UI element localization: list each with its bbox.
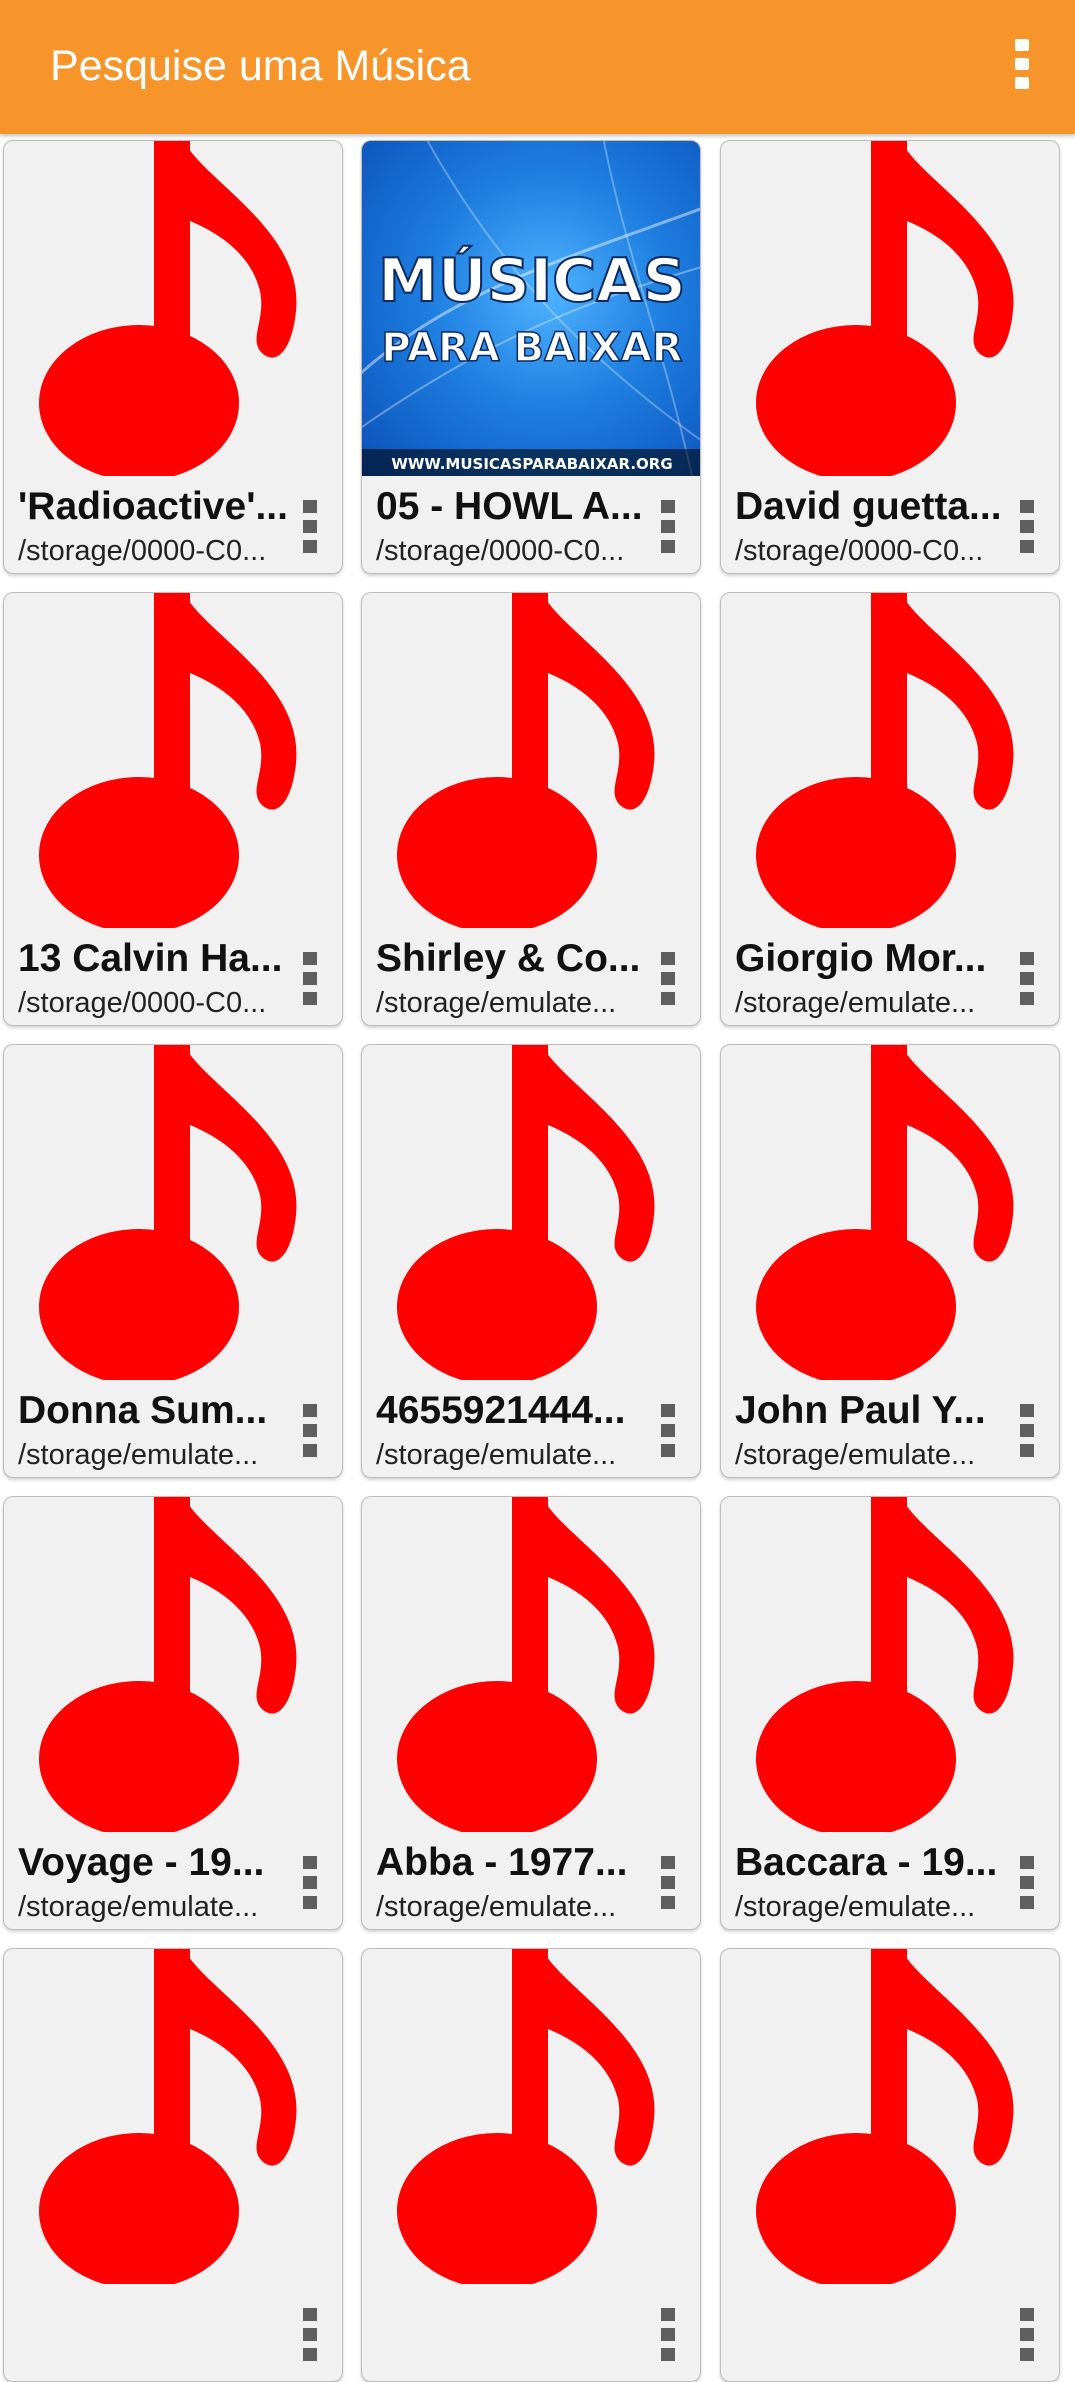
song-options-icon[interactable] [1007, 945, 1047, 1011]
song-options-icon[interactable] [290, 2301, 330, 2367]
song-title: 'Radioactive'... [18, 485, 288, 528]
music-note-icon [4, 1949, 342, 2284]
music-note-icon [362, 1949, 700, 2284]
song-title: 13 Calvin Ha... [18, 937, 283, 980]
song-card[interactable] [3, 1948, 343, 2382]
song-options-icon[interactable] [290, 945, 330, 1011]
song-options-icon[interactable] [1007, 1397, 1047, 1463]
more-vert-icon[interactable] [1000, 34, 1044, 94]
song-path: /storage/emulate... [735, 987, 976, 1019]
song-thumbnail [4, 1497, 342, 1832]
song-title: Abba - 1977... [376, 1841, 628, 1884]
song-card[interactable]: 4655921444... /storage/emulate... [361, 1044, 701, 1478]
music-note-icon [4, 141, 342, 476]
music-note-icon [4, 1497, 342, 1832]
song-options-icon[interactable] [290, 1849, 330, 1915]
song-title: Donna Sum... [18, 1389, 268, 1432]
song-card[interactable]: John Paul Y... /storage/emulate... [720, 1044, 1060, 1478]
music-note-icon [721, 141, 1059, 476]
song-card[interactable] [720, 1948, 1060, 2382]
music-note-icon [721, 1045, 1059, 1380]
song-title: John Paul Y... [735, 1389, 986, 1432]
song-card[interactable]: Voyage - 19... /storage/emulate... [3, 1496, 343, 1930]
song-card[interactable]: David guetta... /storage/0000-C0... [720, 140, 1060, 574]
song-path: /storage/emulate... [735, 1439, 976, 1471]
song-card[interactable]: Shirley & Co... /storage/emulate... [361, 592, 701, 1026]
music-note-icon [4, 1045, 342, 1380]
song-thumbnail [721, 1045, 1059, 1380]
song-card[interactable]: Abba - 1977... /storage/emulate... [361, 1496, 701, 1930]
music-note-icon [721, 1949, 1059, 2284]
art-line1: MÚSICAS [378, 245, 686, 316]
music-note-icon [721, 593, 1059, 928]
song-title: Baccara - 19... [735, 1841, 998, 1884]
song-options-icon[interactable] [648, 493, 688, 559]
art-line2: PARA BAIXAR [381, 325, 682, 371]
song-options-icon[interactable] [290, 1397, 330, 1463]
song-path: /storage/0000-C0... [18, 987, 267, 1019]
song-thumbnail [4, 1045, 342, 1380]
app-bar: Pesquise uma Música [0, 0, 1075, 134]
song-title: Shirley & Co... [376, 937, 641, 980]
song-title: 4655921444... [376, 1389, 626, 1432]
song-path: /storage/emulate... [735, 1891, 976, 1923]
song-path: /storage/emulate... [376, 987, 617, 1019]
song-card[interactable]: Giorgio Mor... /storage/emulate... [720, 592, 1060, 1026]
song-options-icon[interactable] [1007, 493, 1047, 559]
music-note-icon [362, 593, 700, 928]
song-thumbnail [362, 1497, 700, 1832]
music-note-icon [362, 1497, 700, 1832]
art-url: WWW.MUSICASPARABAIXAR.ORG [391, 455, 672, 473]
song-path: /storage/emulate... [376, 1891, 617, 1923]
song-path: /storage/emulate... [18, 1891, 259, 1923]
song-thumbnail: MÚSICAS PARA BAIXAR WWW.MUSICASPARABAIXAR.… [362, 141, 700, 476]
album-art: MÚSICAS PARA BAIXAR WWW.MUSICASPARABAIXAR.… [362, 141, 700, 476]
song-thumbnail [721, 1497, 1059, 1832]
song-path: /storage/0000-C0... [18, 535, 267, 567]
song-thumbnail [362, 593, 700, 928]
song-thumbnail [721, 1949, 1059, 2284]
song-options-icon[interactable] [648, 2301, 688, 2367]
music-note-icon [4, 593, 342, 928]
song-thumbnail [721, 141, 1059, 476]
song-thumbnail [4, 593, 342, 928]
song-options-icon[interactable] [648, 945, 688, 1011]
song-title: Giorgio Mor... [735, 937, 987, 980]
song-options-icon[interactable] [1007, 2301, 1047, 2367]
song-card[interactable]: MÚSICAS PARA BAIXAR WWW.MUSICASPARABAIXAR.… [361, 140, 701, 574]
song-title: David guetta... [735, 485, 1002, 528]
song-card[interactable]: Donna Sum... /storage/emulate... [3, 1044, 343, 1478]
song-card[interactable]: 13 Calvin Ha... /storage/0000-C0... [3, 592, 343, 1026]
song-path: /storage/emulate... [18, 1439, 259, 1471]
song-options-icon[interactable] [648, 1849, 688, 1915]
song-thumbnail [362, 1045, 700, 1380]
song-card[interactable]: 'Radioactive'... /storage/0000-C0... [3, 140, 343, 574]
music-note-icon [362, 1045, 700, 1380]
song-card[interactable]: Baccara - 19... /storage/emulate... [720, 1496, 1060, 1930]
song-thumbnail [4, 141, 342, 476]
song-path: /storage/0000-C0... [735, 535, 984, 567]
song-title: 05 - HOWL A... [376, 485, 643, 528]
song-options-icon[interactable] [1007, 1849, 1047, 1915]
song-path: /storage/0000-C0... [376, 535, 625, 567]
song-options-icon[interactable] [648, 1397, 688, 1463]
music-note-icon [721, 1497, 1059, 1832]
search-title[interactable]: Pesquise uma Música [50, 36, 471, 96]
song-thumbnail [4, 1949, 342, 2284]
song-title: Voyage - 19... [18, 1841, 265, 1884]
song-thumbnail [362, 1949, 700, 2284]
song-card[interactable] [361, 1948, 701, 2382]
song-path: /storage/emulate... [376, 1439, 617, 1471]
song-thumbnail [721, 593, 1059, 928]
song-options-icon[interactable] [290, 493, 330, 559]
